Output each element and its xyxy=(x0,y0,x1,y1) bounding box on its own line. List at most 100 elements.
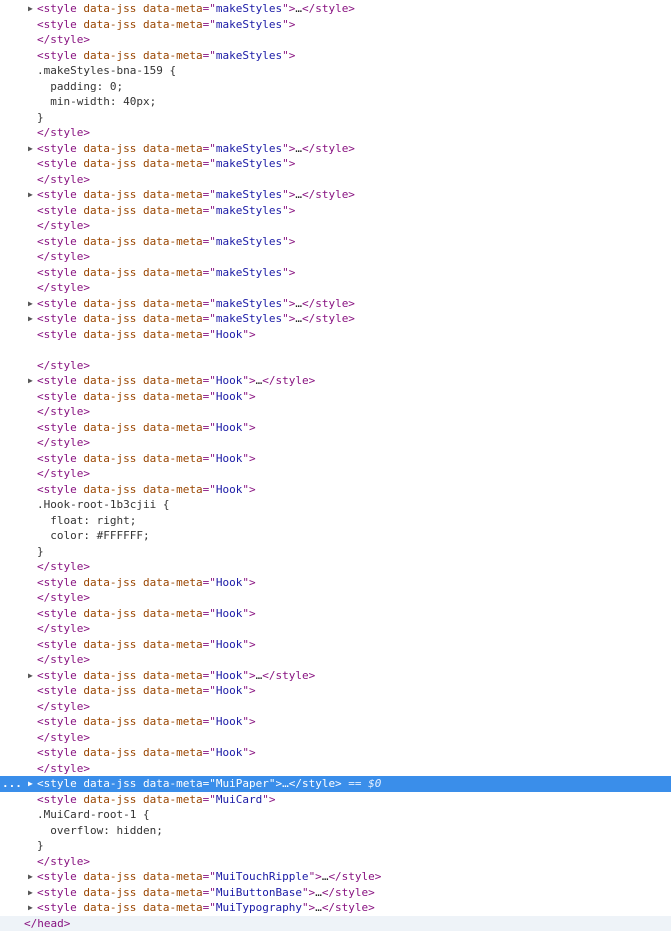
dom-node-row[interactable]: ▶<style data-jss data-meta="MuiTypograph… xyxy=(0,900,671,916)
expand-triangle-icon[interactable]: ▶ xyxy=(28,900,36,916)
dom-node-row[interactable]: <style data-jss data-meta="Hook"> xyxy=(0,575,671,591)
dom-node-row[interactable]: <style data-jss data-meta="makeStyles"> xyxy=(0,156,671,172)
punct: =" xyxy=(203,870,216,883)
expand-triangle-icon[interactable]: ▶ xyxy=(28,187,36,203)
dom-node-row[interactable]: </style> xyxy=(0,125,671,141)
tag-name: </style> xyxy=(302,312,355,325)
dom-node-row[interactable]: ▶<style data-jss data-meta="Hook">…</sty… xyxy=(0,668,671,684)
dom-node-row[interactable]: </style> xyxy=(0,621,671,637)
dom-node-row[interactable]: float: right; xyxy=(0,513,671,529)
node-content: </head> xyxy=(24,916,70,931)
punct: "> xyxy=(242,638,255,651)
dom-node-row[interactable]: .Hook-root-1b3cjii { xyxy=(0,497,671,513)
expand-triangle-icon[interactable]: ▶ xyxy=(28,1,36,17)
dom-node-row[interactable]: } xyxy=(0,838,671,854)
dom-node-row[interactable]: ▶<style data-jss data-meta="MuiTouchRipp… xyxy=(0,869,671,885)
expand-triangle-icon[interactable]: ▶ xyxy=(28,296,36,312)
expand-triangle-icon[interactable]: ▶ xyxy=(28,885,36,901)
punct: "> xyxy=(242,421,255,434)
attr-value: Hook xyxy=(216,328,243,341)
dom-node-row[interactable]: <style data-jss data-meta="Hook"> xyxy=(0,451,671,467)
expand-triangle-icon[interactable]: ▶ xyxy=(28,776,36,792)
dom-node-row[interactable]: padding: 0; xyxy=(0,79,671,95)
dom-node-row[interactable]: <style data-jss data-meta="makeStyles"> xyxy=(0,48,671,64)
dom-node-row[interactable]: <style data-jss data-meta="Hook"> xyxy=(0,714,671,730)
dom-node-row[interactable]: <style data-jss data-meta="Hook"> xyxy=(0,482,671,498)
dom-node-row[interactable]: </style> xyxy=(0,854,671,870)
dom-tree: ▶<style data-jss data-meta="makeStyles">… xyxy=(0,1,671,931)
attr-value: makeStyles xyxy=(216,142,282,155)
expand-triangle-icon[interactable]: ▶ xyxy=(28,373,36,389)
node-content: <style data-jss data-meta="Hook">…</styl… xyxy=(37,373,315,389)
tag-name: </style> xyxy=(37,762,90,775)
dom-node-row[interactable]: <style data-jss data-meta="makeStyles"> xyxy=(0,203,671,219)
attr-name: data-jss xyxy=(77,669,137,682)
dom-node-row[interactable]: ▶<style data-jss data-meta="makeStyles">… xyxy=(0,141,671,157)
node-content: </style> xyxy=(37,559,90,575)
dom-node-row[interactable]: <style data-jss data-meta="Hook"> xyxy=(0,389,671,405)
dom-node-row[interactable]: </style> xyxy=(0,218,671,234)
dom-node-row[interactable]: ▶<style data-jss data-meta="makeStyles">… xyxy=(0,311,671,327)
dom-node-row[interactable]: color: #FFFFFF; xyxy=(0,528,671,544)
punct: =" xyxy=(203,157,216,170)
dom-node-row[interactable]: ▶<style data-jss data-meta="Hook">…</sty… xyxy=(0,373,671,389)
dom-node-row[interactable]: ▶<style data-jss data-meta="makeStyles">… xyxy=(0,1,671,17)
tag-name: </style> xyxy=(37,33,90,46)
dom-node-row[interactable]: </style> xyxy=(0,404,671,420)
dom-node-row[interactable]: </style> xyxy=(0,590,671,606)
dom-node-row[interactable]: </style> xyxy=(0,699,671,715)
dom-node-row[interactable]: <style data-jss data-meta="Hook"> xyxy=(0,745,671,761)
dom-node-row[interactable]: <style data-jss data-meta="Hook"> xyxy=(0,327,671,343)
expand-triangle-icon[interactable]: ▶ xyxy=(28,668,36,684)
dom-node-row[interactable]: </style> xyxy=(0,249,671,265)
dom-node-row[interactable]: .makeStyles-bna-159 { xyxy=(0,63,671,79)
dom-node-row[interactable]: } xyxy=(0,110,671,126)
dom-node-row[interactable]: </style> xyxy=(0,730,671,746)
node-content: .Hook-root-1b3cjii { xyxy=(37,497,169,513)
tag-name: <style xyxy=(37,374,77,387)
css-text: .makeStyles-bna-159 { xyxy=(37,64,176,77)
node-content: <style data-jss data-meta="Hook"> xyxy=(37,389,256,405)
node-content: <style data-jss data-meta="Hook">…</styl… xyxy=(37,668,315,684)
dom-node-row[interactable]: <style data-jss data-meta="Hook"> xyxy=(0,606,671,622)
dom-node-row[interactable]: </style> xyxy=(0,435,671,451)
dom-node-row[interactable]: </style> xyxy=(0,172,671,188)
dom-node-row[interactable]: ... ▶<style data-jss data-meta="MuiPaper"… xyxy=(0,776,671,792)
dom-node-row[interactable] xyxy=(0,342,671,358)
dom-node-row[interactable]: ▶<style data-jss data-meta="makeStyles">… xyxy=(0,296,671,312)
attr-value: MuiPaper xyxy=(216,777,269,790)
dom-node-row[interactable]: } xyxy=(0,544,671,560)
attr-name: data-meta xyxy=(136,576,202,589)
attr-value: Hook xyxy=(216,638,243,651)
attr-name: data-meta xyxy=(136,266,202,279)
dom-node-row[interactable]: </style> xyxy=(0,358,671,374)
dom-node-row[interactable]: ▶<style data-jss data-meta="makeStyles">… xyxy=(0,187,671,203)
dom-node-row[interactable]: overflow: hidden; xyxy=(0,823,671,839)
node-content: <style data-jss data-meta="MuiPaper">…</… xyxy=(37,776,381,792)
dom-node-row[interactable]: <style data-jss data-meta="makeStyles"> xyxy=(0,234,671,250)
expand-triangle-icon[interactable]: ▶ xyxy=(28,311,36,327)
expand-triangle-icon[interactable]: ▶ xyxy=(28,141,36,157)
dom-node-row[interactable]: </style> xyxy=(0,280,671,296)
node-content: <style data-jss data-meta="MuiTouchRippl… xyxy=(37,869,381,885)
dom-node-row[interactable]: <style data-jss data-meta="makeStyles"> xyxy=(0,17,671,33)
dom-node-row[interactable]: min-width: 40px; xyxy=(0,94,671,110)
dom-node-row[interactable]: <style data-jss data-meta="Hook"> xyxy=(0,420,671,436)
dom-node-row[interactable]: </style> xyxy=(0,761,671,777)
dom-node-row[interactable]: .MuiCard-root-1 { xyxy=(0,807,671,823)
attr-name: data-jss xyxy=(77,638,137,651)
expand-triangle-icon[interactable]: ▶ xyxy=(28,869,36,885)
dom-node-row[interactable]: <style data-jss data-meta="Hook"> xyxy=(0,683,671,699)
attr-name: data-meta xyxy=(136,374,202,387)
dom-node-row[interactable]: </style> xyxy=(0,652,671,668)
dom-node-row[interactable]: </head> xyxy=(0,916,671,931)
dom-node-row[interactable]: ▶<style data-jss data-meta="MuiButtonBas… xyxy=(0,885,671,901)
dom-node-row[interactable]: </style> xyxy=(0,559,671,575)
tag-name: <style xyxy=(37,157,77,170)
dom-node-row[interactable]: <style data-jss data-meta="makeStyles"> xyxy=(0,265,671,281)
dom-node-row[interactable]: <style data-jss data-meta="Hook"> xyxy=(0,637,671,653)
more-actions-icon[interactable]: ... xyxy=(2,776,22,792)
dom-node-row[interactable]: <style data-jss data-meta="MuiCard"> xyxy=(0,792,671,808)
dom-node-row[interactable]: </style> xyxy=(0,466,671,482)
dom-node-row[interactable]: </style> xyxy=(0,32,671,48)
